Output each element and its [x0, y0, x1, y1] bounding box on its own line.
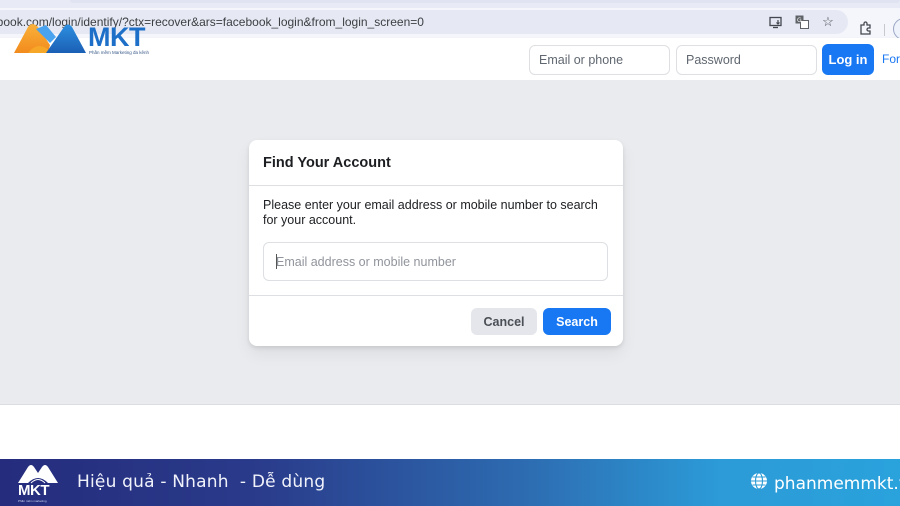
banner-slogan: Hiệu quả - Nhanh - Dễ dùng	[77, 472, 326, 492]
extensions-icon[interactable]	[858, 20, 874, 36]
page-content: Find Your Account Please enter your emai…	[0, 80, 900, 405]
globe-icon	[750, 472, 768, 495]
card-title: Find Your Account	[263, 155, 391, 171]
mkt-tagline: Phần mềm Marketing đa kênh	[89, 50, 150, 55]
mkt-logo-mark-icon	[14, 24, 86, 53]
screenshot: ebook.com/login/identify/?ctx=recover&ar…	[0, 0, 900, 506]
banner-brand-sub: Phần mềm marketing	[18, 499, 47, 503]
svg-text:G: G	[797, 17, 802, 24]
header-email-input[interactable]	[529, 45, 670, 75]
mkt-brand-text: MKT	[88, 22, 145, 52]
website-text[interactable]: phanmemmkt.vn	[774, 474, 900, 494]
card-divider	[249, 185, 623, 186]
address-bar-actions: G ☆	[768, 14, 836, 30]
card-description: Please enter your email address or mobil…	[263, 198, 598, 227]
promo-banner: MKT Phần mềm marketing Hiệu quả - Nhanh …	[0, 459, 900, 506]
toolbar-divider	[884, 24, 885, 36]
bookmark-star-icon[interactable]: ☆	[820, 14, 836, 30]
forgot-account-link[interactable]: For	[882, 52, 900, 66]
account-search-input[interactable]	[263, 242, 608, 281]
browser-tabstrip	[0, 0, 900, 8]
find-account-card: Find Your Account Please enter your emai…	[249, 140, 623, 346]
card-divider	[249, 295, 623, 296]
translate-icon[interactable]: G	[794, 14, 810, 30]
search-button[interactable]: Search	[543, 308, 611, 335]
profile-avatar[interactable]	[893, 18, 900, 40]
login-button[interactable]: Log in	[822, 44, 874, 75]
website-link[interactable]: phanmemmkt.vn	[750, 472, 900, 495]
cancel-button[interactable]: Cancel	[471, 308, 537, 335]
banner-brand-text: MKT	[18, 482, 50, 499]
install-app-icon[interactable]	[768, 14, 784, 30]
header-password-input[interactable]	[676, 45, 817, 75]
text-cursor	[276, 254, 277, 269]
mkt-watermark-logo: MKT Phần mềm Marketing đa kênh	[12, 19, 162, 57]
banner-logo: MKT Phần mềm marketing	[16, 463, 62, 503]
tab-bar	[70, 0, 900, 3]
